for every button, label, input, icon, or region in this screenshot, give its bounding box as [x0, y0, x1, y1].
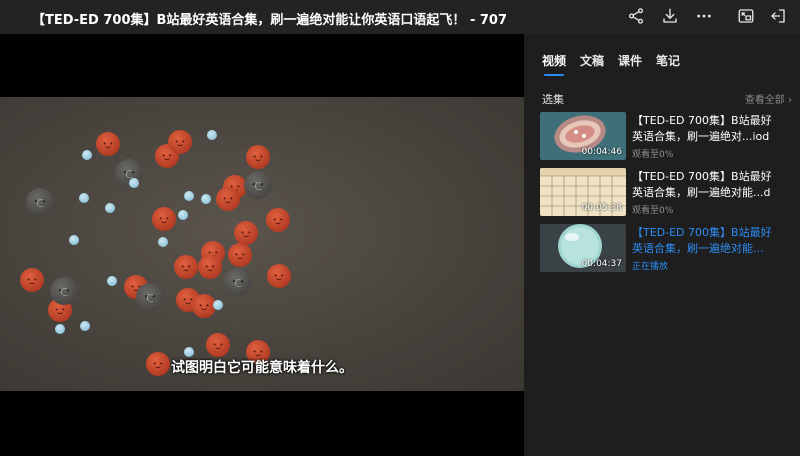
episode-title: 【TED-ED 700集】B站最好英语合集，刷一遍绝对能...dler.mp4 — [632, 170, 772, 199]
red-molecule — [266, 208, 290, 232]
red-molecule — [198, 255, 222, 279]
episode-progress: 观看至0% — [632, 150, 674, 160]
red-molecule — [20, 268, 44, 292]
blue-molecule — [207, 130, 217, 140]
episode-duration: 00:04:46 — [581, 147, 622, 157]
download-icon[interactable] — [658, 4, 682, 28]
episode-duration: 00:05:38 — [581, 203, 622, 213]
video-player[interactable]: CCCCCC 试图明白它可能意味着什么。 — [0, 34, 524, 456]
blue-molecule — [69, 235, 79, 245]
blue-molecule — [105, 203, 115, 213]
episode-title: 【TED-ED 700集】B站最好英语合集，刷一遍绝对...iods.mp4 — [632, 114, 772, 143]
episode-progress: 正在播放 — [632, 262, 669, 272]
panel-tabs: 视频 文稿 课件 笔记 — [542, 52, 680, 78]
episode-item[interactable]: 00:04:46 【TED-ED 700集】B站最好英语合集，刷一遍绝对...i… — [540, 112, 796, 162]
blue-molecule — [80, 321, 90, 331]
episode-title: 【TED-ED 700集】B站最好英语合集，刷一遍绝对能...msey.mp4 — [632, 226, 772, 255]
more-icon[interactable] — [692, 4, 716, 28]
blue-molecule — [82, 150, 92, 160]
blue-molecule — [129, 178, 139, 188]
blue-molecule — [79, 193, 89, 203]
chevron-right-icon: › — [788, 95, 792, 106]
tab-video[interactable]: 视频 — [542, 52, 566, 76]
episode-thumbnail: 00:05:38 — [540, 168, 626, 216]
episode-progress: 观看至0% — [632, 206, 674, 216]
section-title: 选集 — [542, 93, 564, 106]
animation-scene: CCCCCC — [20, 130, 291, 376]
blue-molecule — [158, 237, 168, 247]
red-molecule — [168, 130, 192, 154]
exit-icon[interactable] — [766, 4, 790, 28]
blue-molecule — [184, 347, 194, 357]
blue-molecule — [107, 276, 117, 286]
red-molecule — [246, 145, 270, 169]
video-player-app: 【TED-ED 700集】B站最好英语合集，刷一遍绝对能让你英语口语起飞！ - … — [0, 0, 800, 456]
window-title: 【TED-ED 700集】B站最好英语合集，刷一遍绝对能让你英语口语起飞！ - … — [32, 13, 512, 27]
episode-duration: 00:04:37 — [581, 259, 622, 269]
svg-text:C: C — [146, 292, 154, 305]
episode-item-playing[interactable]: 00:04:37 【TED-ED 700集】B站最好英语合集，刷一遍绝对能...… — [540, 224, 796, 274]
title-bar: 【TED-ED 700集】B站最好英语合集，刷一遍绝对能让你英语口语起飞！ - … — [0, 0, 800, 34]
red-molecule — [216, 187, 240, 211]
episodes-header: 选集 查看全部 › — [542, 91, 792, 107]
episode-item[interactable]: 00:05:38 【TED-ED 700集】B站最好英语合集，刷一遍绝对能...… — [540, 168, 796, 218]
red-molecule — [152, 207, 176, 231]
tab-transcript[interactable]: 文稿 — [580, 52, 604, 76]
side-panel: 视频 文稿 课件 笔记 选集 查看全部 › 00:04:46 【TED-ED 7… — [524, 34, 800, 456]
tab-notes[interactable]: 笔记 — [656, 52, 680, 76]
red-molecule — [267, 264, 291, 288]
video-frame[interactable]: CCCCCC 试图明白它可能意味着什么。 — [0, 97, 524, 391]
red-molecule — [206, 333, 230, 357]
see-all-label: 查看全部 — [744, 95, 785, 106]
svg-text:C: C — [234, 277, 242, 290]
episode-thumbnail: 00:04:46 — [540, 112, 626, 160]
red-molecule — [234, 221, 258, 245]
red-molecule — [96, 132, 120, 156]
blue-molecule — [55, 324, 65, 334]
red-molecule — [174, 255, 198, 279]
share-icon[interactable] — [624, 4, 648, 28]
episode-thumbnail: 00:04:37 — [540, 224, 626, 272]
blue-molecule — [201, 194, 211, 204]
subtitle-text: 试图明白它可能意味着什么。 — [171, 360, 353, 376]
blue-molecule — [178, 210, 188, 220]
blue-molecule — [184, 191, 194, 201]
svg-text:C: C — [36, 197, 44, 210]
picture-in-picture-icon[interactable] — [734, 4, 758, 28]
tab-courseware[interactable]: 课件 — [618, 52, 642, 76]
svg-text:C: C — [60, 286, 68, 299]
red-molecule — [228, 243, 252, 267]
red-molecule — [192, 294, 216, 318]
svg-text:C: C — [254, 180, 262, 193]
see-all-link[interactable]: 查看全部 › — [745, 91, 792, 106]
blue-molecule — [213, 300, 223, 310]
